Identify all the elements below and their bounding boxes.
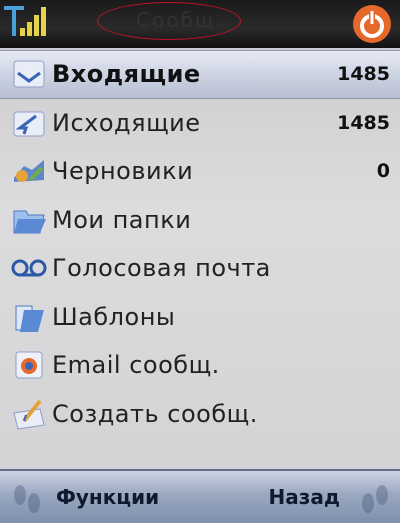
annotation-oval xyxy=(97,2,241,40)
footprints-icon xyxy=(362,485,388,513)
signal-strength-icon xyxy=(4,6,46,36)
outbox-icon xyxy=(13,111,45,137)
menu-item-count: 1485 xyxy=(337,63,390,86)
menu-item-label: Мои папки xyxy=(52,205,192,234)
inbox-icon xyxy=(13,60,45,88)
voicemail-icon xyxy=(11,259,47,277)
menu-item-drafts[interactable]: Черновики 0 xyxy=(0,147,400,196)
menu-item-email[interactable]: Email сообщ. xyxy=(0,341,400,390)
footprints-icon xyxy=(14,485,40,513)
menu-item-my-folders[interactable]: Мои папки xyxy=(0,196,400,245)
power-icon[interactable] xyxy=(352,4,392,44)
templates-icon xyxy=(15,305,44,332)
softkey-bar: Функции Назад xyxy=(0,469,400,523)
menu-item-label: Создать сообщ. xyxy=(52,399,258,428)
folder-icon xyxy=(13,210,46,234)
email-icon xyxy=(15,351,43,379)
menu-item-count: 1485 xyxy=(337,111,390,134)
compose-icon xyxy=(13,399,45,430)
menu-item-label: Голосовая почта xyxy=(52,254,271,283)
menu-item-outbox[interactable]: Исходящие 1485 xyxy=(0,99,400,148)
drafts-icon xyxy=(14,160,44,183)
menu-item-label: Шаблоны xyxy=(52,302,176,331)
menu-item-inbox[interactable]: Входящие 1485 xyxy=(0,50,400,99)
status-bar: Сообщ. xyxy=(0,0,400,48)
phone-screen: Сообщ. Входящие 1485 Исходящие 1485 Черн… xyxy=(0,0,400,523)
menu-item-count: 0 xyxy=(376,160,390,183)
menu-item-label: Черновики xyxy=(52,157,194,186)
menu-item-label: Email сообщ. xyxy=(52,351,220,380)
softkey-right-back[interactable]: Назад xyxy=(268,485,340,509)
menu-item-label: Исходящие xyxy=(52,108,201,137)
menu-item-create-message[interactable]: Создать сообщ. xyxy=(0,390,400,439)
softkey-left-functions[interactable]: Функции xyxy=(56,485,159,509)
menu-item-label: Входящие xyxy=(52,60,201,89)
menu-item-templates[interactable]: Шаблоны xyxy=(0,293,400,342)
menu-item-voicemail[interactable]: Голосовая почта xyxy=(0,244,400,293)
message-menu-list: Входящие 1485 Исходящие 1485 Черновики 0 xyxy=(0,50,400,438)
